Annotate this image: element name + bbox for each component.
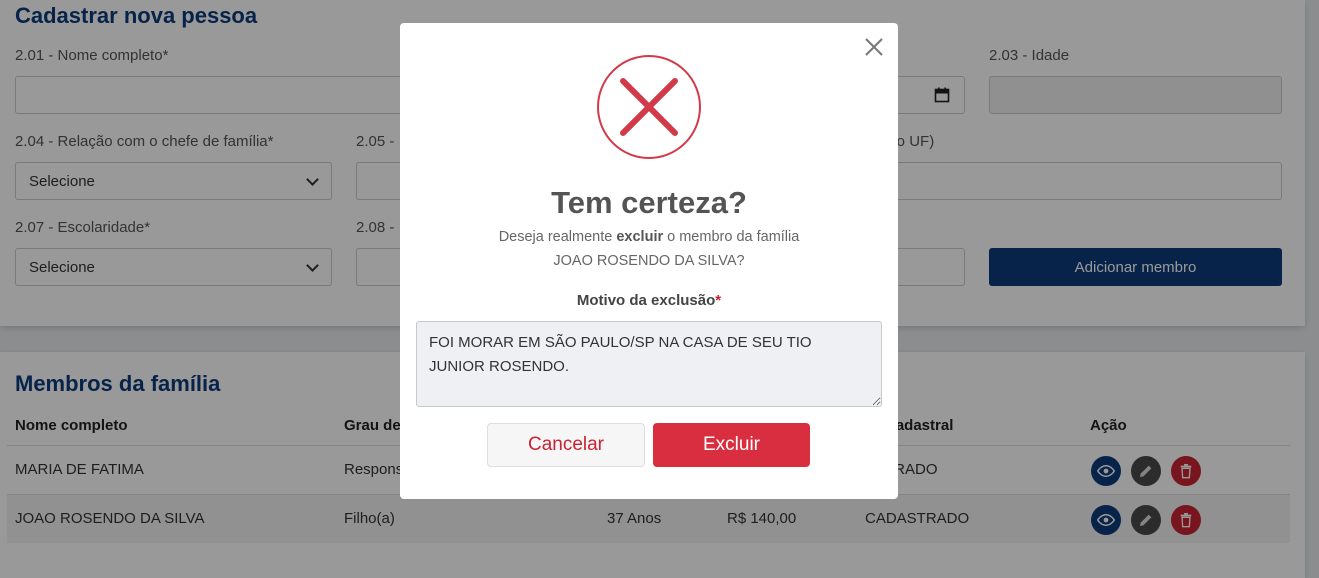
confirm-delete-modal: Tem certeza? Deseja realmente excluir o … xyxy=(400,23,898,499)
close-icon[interactable] xyxy=(864,37,884,57)
motivo-label: Motivo da exclusão* xyxy=(400,292,898,309)
motivo-label-text: Motivo da exclusão xyxy=(576,292,716,309)
member-name: JOAO ROSENDO DA SILVA? xyxy=(553,253,745,269)
error-x-icon xyxy=(620,78,678,136)
required-mark: * xyxy=(715,292,722,309)
modal-title: Tem certeza? xyxy=(551,185,747,220)
message-bold: excluir xyxy=(616,229,664,245)
modal-message: Deseja realmente excluir o membro da fam… xyxy=(400,229,898,245)
error-icon-circle xyxy=(597,55,701,159)
confirm-delete-button[interactable]: Excluir xyxy=(653,423,810,467)
message-prefix: Deseja realmente xyxy=(498,229,617,245)
motivo-textarea[interactable]: FOI MORAR EM SÃO PAULO/SP NA CASA DE SEU… xyxy=(416,321,882,407)
message-suffix: o membro da família xyxy=(663,229,800,245)
cancel-button[interactable]: Cancelar xyxy=(487,423,645,467)
